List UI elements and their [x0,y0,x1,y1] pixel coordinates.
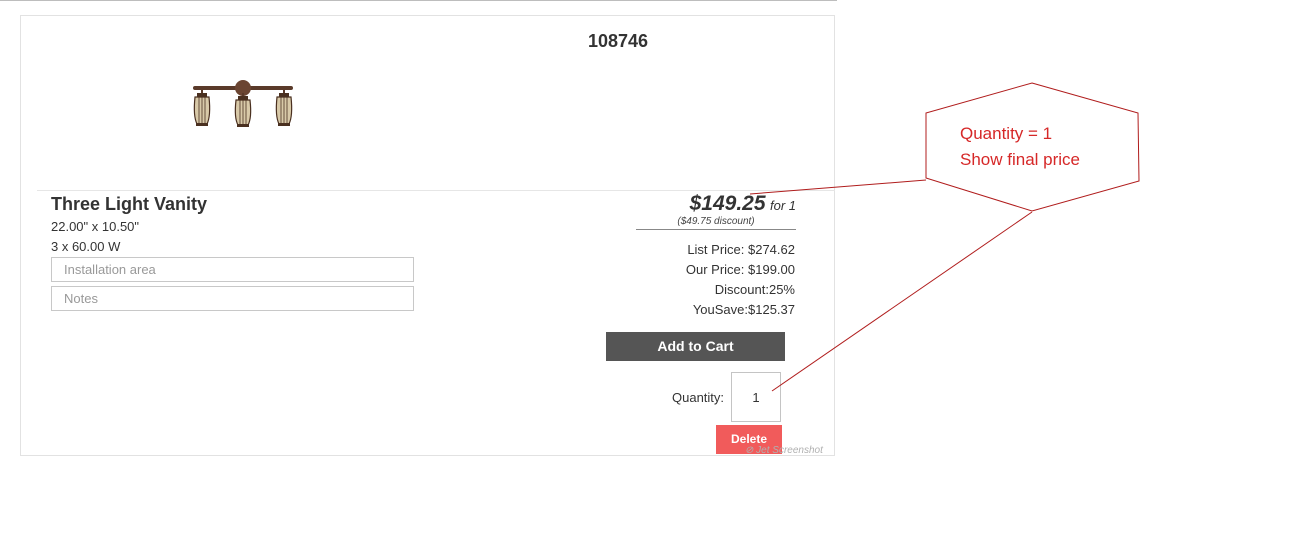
final-price-qty: for 1 [769,198,796,213]
our-price: Our Price: $199.00 [685,262,795,277]
callout-line-2: Show final price [960,150,1081,169]
quantity-input[interactable] [731,372,781,422]
product-wattage: 3 x 60.00 W [51,239,121,254]
product-card: 108746 Three Light Vanity 22.00" x 10.50… [20,15,835,456]
discount-percent: Discount:25% [714,282,795,297]
discount-note: ($49.75 discount) [636,216,796,230]
installation-area-input[interactable] [51,257,414,282]
you-save: YouSave:$125.37 [692,302,795,317]
vanity-light-fixture-icon [187,78,299,128]
add-to-cart-button[interactable]: Add to Cart [606,332,785,361]
product-dimensions: 22.00" x 10.50" [51,219,140,234]
quantity-label: Quantity: [672,390,725,405]
final-price-line: $149.25 for 1 [636,192,796,216]
watermark: ⊘ Jet Screenshot [745,445,823,456]
final-price-block: $149.25 for 1 ($49.75 discount) [636,192,796,230]
final-price: $149.25 [689,192,766,215]
notes-input[interactable] [51,286,414,311]
list-price: List Price: $274.62 [687,242,795,257]
product-id: 108746 [588,31,649,51]
product-title: Three Light Vanity [51,194,208,214]
callout-line-1: Quantity = 1 [960,124,1053,143]
image-divider [37,190,835,191]
top-border [0,0,837,1]
